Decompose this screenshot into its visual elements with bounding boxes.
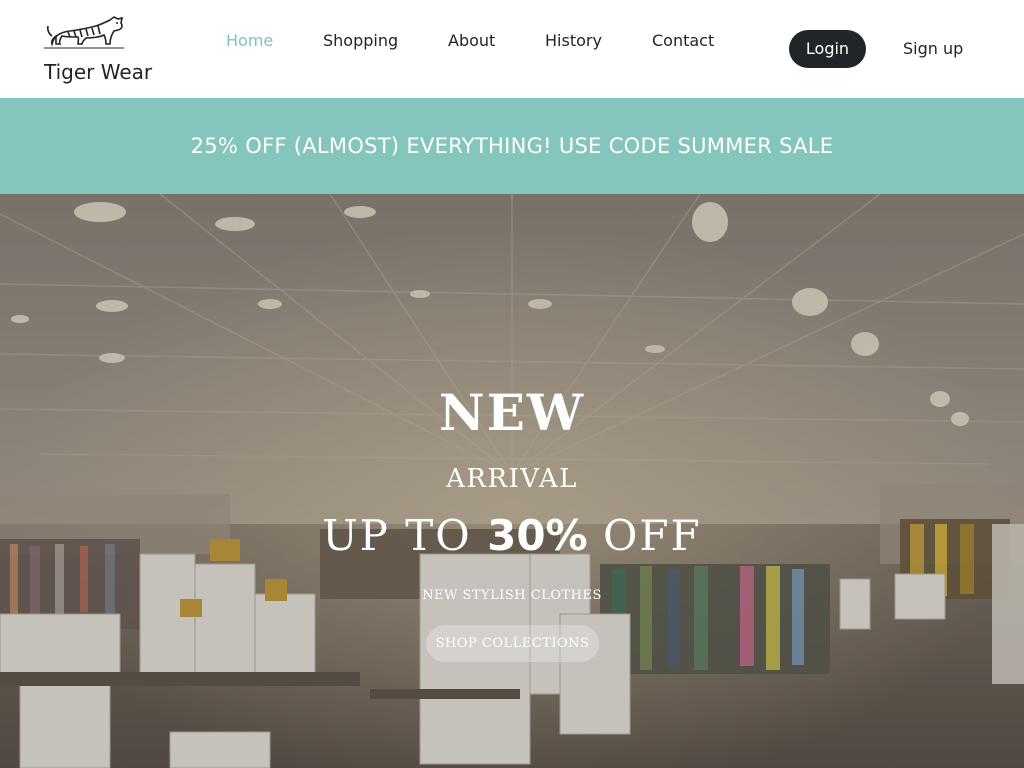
nav-history[interactable]: History — [545, 30, 602, 52]
hero-headline: NEW — [439, 383, 585, 442]
hero-content: NEW ARRIVAL UP TO 30% OFF NEW STYLISH CL… — [0, 194, 1024, 768]
shop-collections-button[interactable]: SHOP COLLECTIONS — [426, 625, 599, 662]
offer-percent: 30% — [487, 511, 588, 560]
site-header: Tiger Wear Home Shopping About History C… — [0, 0, 1024, 98]
offer-prefix: UP TO — [322, 511, 472, 560]
nav-shopping[interactable]: Shopping — [323, 30, 398, 52]
brand-name: Tiger Wear — [44, 60, 153, 84]
promo-text: 25% OFF (ALMOST) EVERYTHING! USE CODE SU… — [190, 134, 834, 158]
promo-banner: 25% OFF (ALMOST) EVERYTHING! USE CODE SU… — [0, 98, 1024, 194]
tiger-icon — [44, 16, 124, 49]
nav-home[interactable]: Home — [226, 30, 273, 52]
hero-subheadline: ARRIVAL — [446, 464, 578, 494]
hero-offer: UP TO 30% OFF — [0, 512, 1024, 560]
offer-suffix: OFF — [602, 511, 702, 560]
brand-home-link[interactable]: Tiger Wear — [44, 12, 164, 82]
nav-about[interactable]: About — [448, 30, 495, 52]
hero-tagline: NEW STYLISH CLOTHES — [422, 588, 602, 603]
nav-contact[interactable]: Contact — [652, 30, 714, 52]
login-button[interactable]: Login — [789, 30, 866, 68]
signup-link[interactable]: Sign up — [903, 38, 963, 60]
hero-section: NEW ARRIVAL UP TO 30% OFF NEW STYLISH CL… — [0, 194, 1024, 768]
